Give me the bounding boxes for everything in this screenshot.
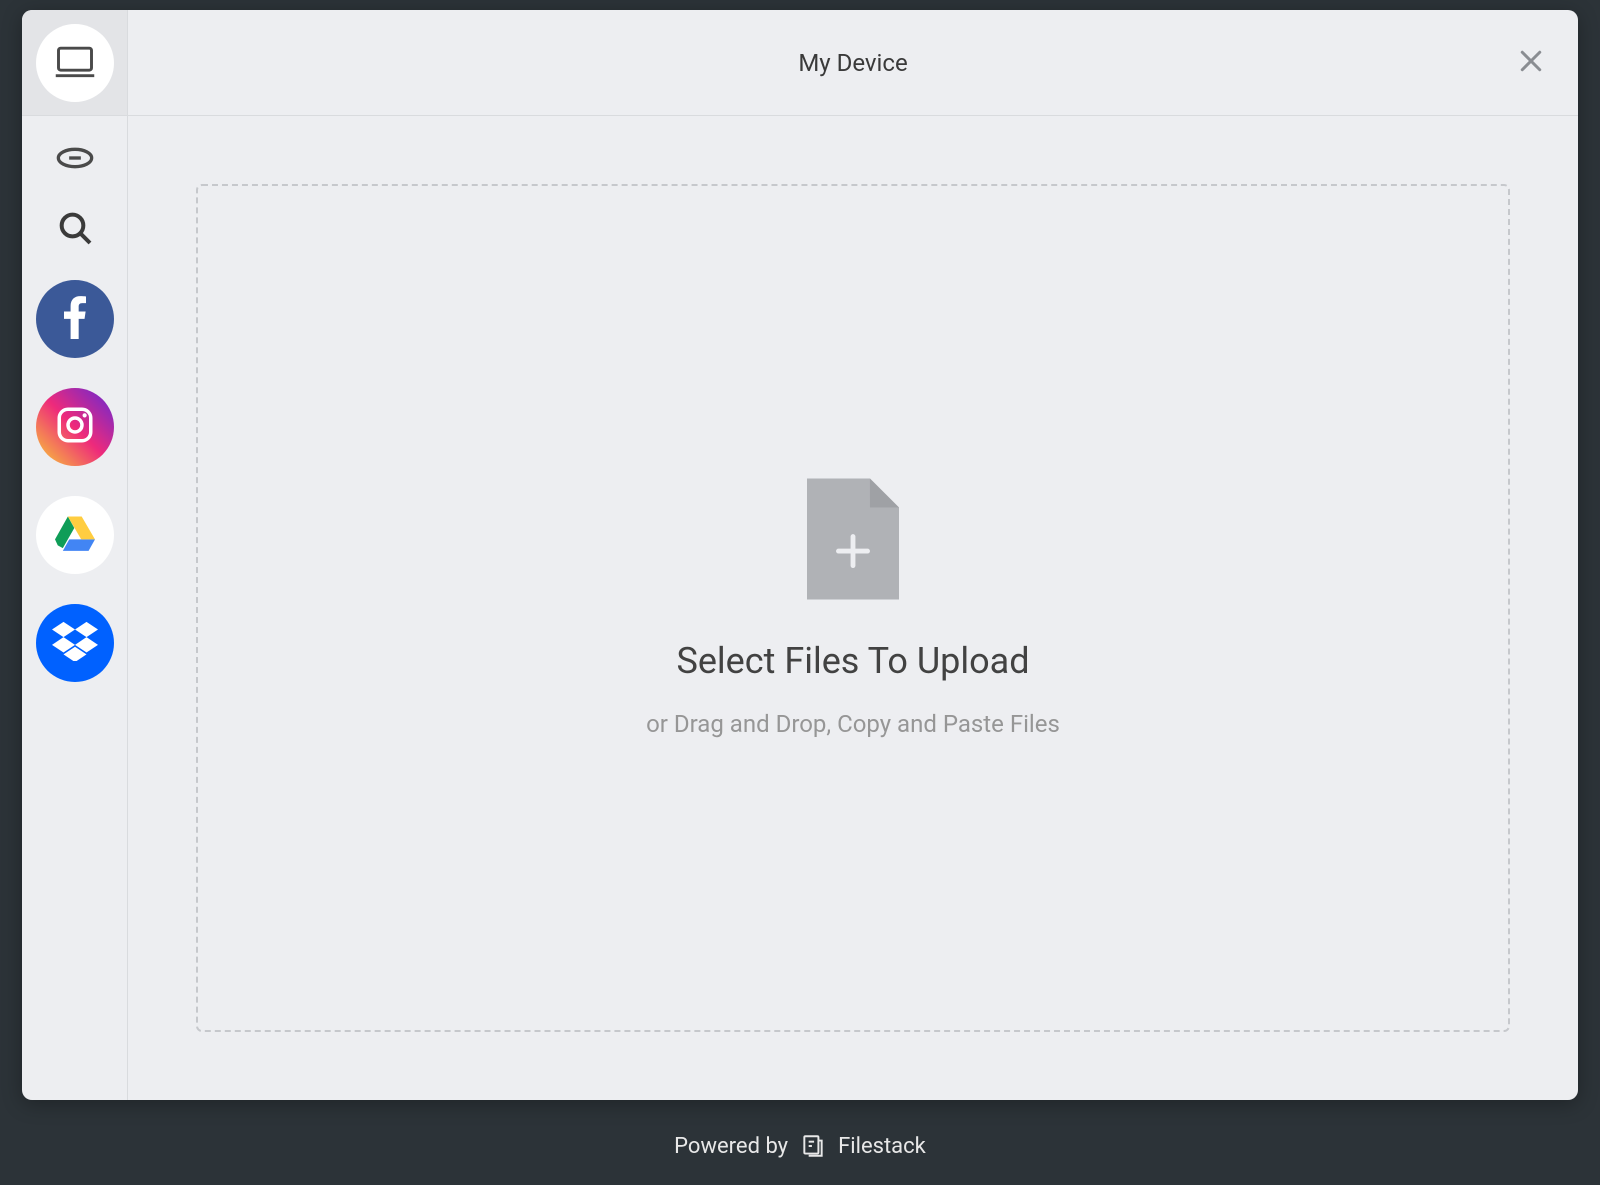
sidebar-item-facebook[interactable] [36,280,114,358]
dropzone-title: Select Files To Upload [676,640,1029,682]
header-sidebar-slot [22,10,128,115]
instagram-icon [54,404,96,450]
link-icon [55,138,95,182]
close-icon [1516,46,1546,80]
modal-header: My Device [22,10,1578,116]
source-sidebar [22,116,128,1100]
google-drive-icon [55,515,95,555]
content-area: Select Files To Upload or Drag and Drop,… [128,116,1578,1100]
modal-title: My Device [128,49,1578,77]
file-picker-modal: My Device [22,10,1578,1100]
file-plus-icon [807,478,899,604]
sidebar-item-instagram[interactable] [36,388,114,466]
modal-body: Select Files To Upload or Drag and Drop,… [22,116,1578,1100]
footer-brand: Filestack [838,1134,926,1159]
sidebar-item-google-drive[interactable] [36,496,114,574]
my-device-source-active[interactable] [36,24,114,102]
dropzone-subtitle: or Drag and Drop, Copy and Paste Files [646,710,1060,738]
sidebar-item-link[interactable] [55,140,95,180]
facebook-icon [63,295,87,343]
file-dropzone[interactable]: Select Files To Upload or Drag and Drop,… [196,184,1510,1032]
device-icon [53,39,97,87]
footer: Powered by Filestack [0,1107,1600,1185]
search-icon [55,208,95,252]
sidebar-item-search[interactable] [55,210,95,250]
dropbox-icon [52,621,98,665]
sidebar-item-dropbox[interactable] [36,604,114,682]
footer-powered-by: Powered by [674,1134,788,1159]
filestack-logo-icon [800,1133,826,1159]
close-button[interactable] [1512,44,1550,82]
